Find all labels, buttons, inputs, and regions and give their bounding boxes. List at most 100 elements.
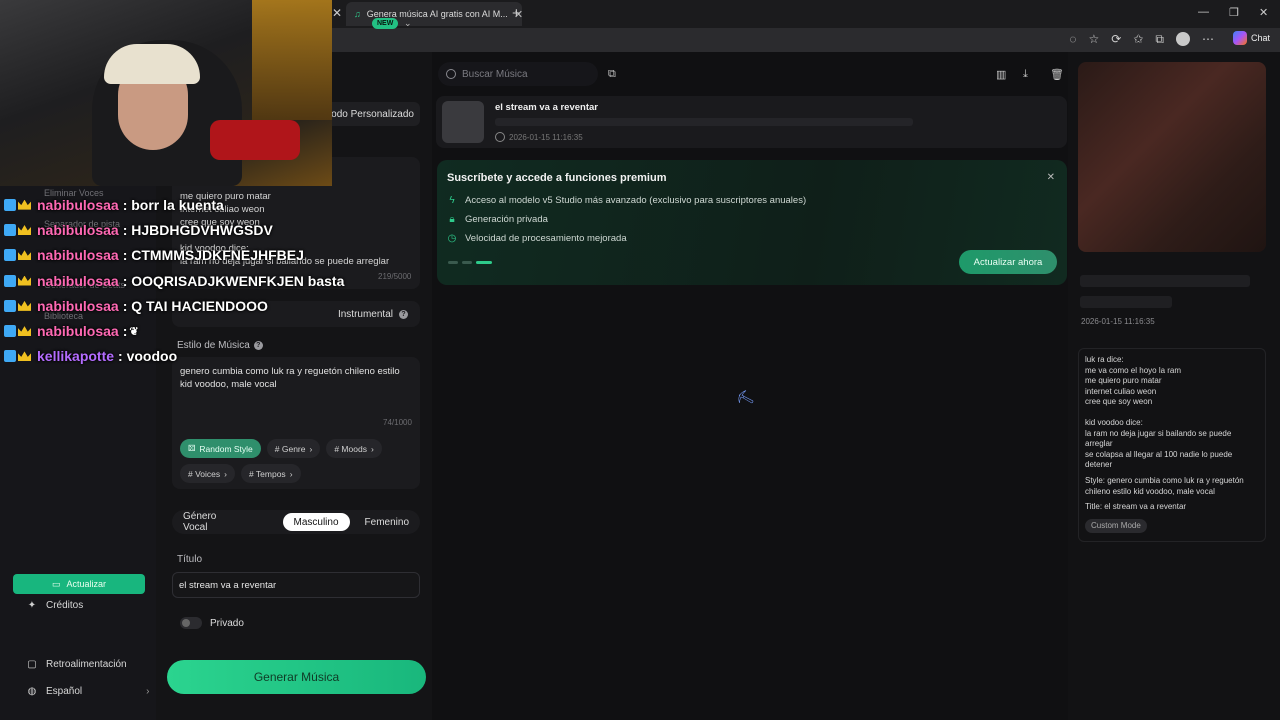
upgrade-now-button[interactable]: Actualizar ahora <box>959 250 1057 274</box>
lyric-line: kid voodoo dice: <box>1085 417 1143 427</box>
song-date: 2026-01-15 11:16:35 <box>495 132 583 142</box>
sidebar-item-language[interactable]: ◍ Español › <box>26 686 150 697</box>
copilot-chat-button[interactable]: Chat <box>1232 31 1270 45</box>
chat-message: nabibulosaa: ❦ <box>4 318 344 343</box>
crown-badge-icon <box>18 300 31 311</box>
maximize-icon[interactable]: ❐ <box>1229 6 1239 19</box>
chevron-right-icon: › <box>289 468 293 479</box>
favorite-icon[interactable]: ☆ <box>1089 32 1100 47</box>
feedback-label: Retroalimentación <box>46 659 127 670</box>
prime-badge-icon <box>4 350 16 363</box>
private-toggle-row[interactable]: Privado <box>180 617 244 629</box>
feature-text: Acceso al modelo v5 Studio más avanzado … <box>465 195 807 206</box>
new-tab-icon[interactable]: + <box>512 5 521 22</box>
sparkle-icon: ✦ <box>27 600 37 611</box>
genre-chip[interactable]: # Genre › <box>266 439 321 458</box>
upgrade-label: Actualizar <box>66 579 107 589</box>
subtitle-skeleton <box>1080 296 1172 308</box>
streamer-shirt <box>210 120 300 160</box>
prime-badge-icon <box>4 274 16 287</box>
song-card[interactable]: el stream va a reventar 2026-01-15 11:16… <box>436 96 1067 148</box>
carousel-dot[interactable] <box>476 261 492 264</box>
private-toggle[interactable] <box>180 617 202 629</box>
detail-style: Style: genero cumbia como luk ra y regue… <box>1085 475 1244 496</box>
lock-icon: 🔒︎ <box>449 214 455 225</box>
title-input[interactable]: el stream va a reventar <box>172 572 420 598</box>
chat-username: nabibulosaa <box>37 196 119 213</box>
chat-username: nabibulosaa <box>37 221 119 238</box>
tempos-chip[interactable]: # Tempos › <box>240 464 301 483</box>
chat-message: nabibulosaa: CTMMMSJDKFNEJHFBEJ <box>4 243 344 268</box>
sidebar-upgrade-button[interactable]: ▭ Actualizar <box>13 574 145 594</box>
trash-icon[interactable]: 🗑 <box>1050 68 1064 81</box>
vocal-male-option[interactable]: Masculino <box>282 513 350 531</box>
private-label: Privado <box>210 617 244 629</box>
chevron-down-icon[interactable]: ⌄ <box>404 18 412 29</box>
chat-text: : borr la kuenta <box>122 196 224 213</box>
sidebar-item-credits[interactable]: ✦ Créditos <box>26 600 83 611</box>
moods-chip[interactable]: # Moods › <box>326 439 382 458</box>
chat-text: : <box>122 323 128 340</box>
premium-banner: Suscríbete y accede a funciones premium … <box>437 160 1067 285</box>
vocal-label: Género Vocal <box>183 511 217 533</box>
card-icon: ▭ <box>51 578 61 589</box>
mode-tag: Custom Mode <box>1085 518 1147 534</box>
extensions-icon[interactable]: ⟳ <box>1111 32 1121 47</box>
download-icon[interactable]: ⤓ <box>1023 68 1028 81</box>
collections-icon[interactable]: ⧉ <box>1155 32 1164 47</box>
chat-message: nabibulosaa: Q TAI HACIENDOOO <box>4 293 344 318</box>
more-icon[interactable]: ⋯ <box>1202 32 1214 47</box>
reader-icon[interactable]: ◌ <box>1069 32 1076 47</box>
profile-avatar[interactable] <box>1176 32 1190 46</box>
style-value: genero cumbia como luk ra y reguetón chi… <box>180 366 400 390</box>
chip-label: # Voices <box>188 468 221 479</box>
prime-badge-icon <box>4 325 16 338</box>
chat-username: kellikapotte <box>37 348 115 365</box>
copilot-icon <box>1232 31 1247 45</box>
chat-message: nabibulosaa: OOQRISADJKWENFKJEN basta <box>4 268 344 293</box>
close-icon[interactable]: ✕ <box>1047 172 1055 183</box>
instrumental-label: Instrumental <box>337 308 393 320</box>
carousel-dot[interactable] <box>462 261 472 264</box>
browser-toolbar: ◌ ☆ ⟳ ✩ ⧉ ⋯ <box>1069 32 1214 47</box>
song-thumbnail <box>442 101 484 143</box>
close-window-icon[interactable]: ✕ <box>1259 6 1268 19</box>
title-value: el stream va a reventar <box>179 579 277 591</box>
filter-icon[interactable]: ⧉ <box>608 68 616 81</box>
site-favicon-icon: ♫ <box>354 9 361 19</box>
search-input[interactable]: Buscar Música <box>438 62 598 86</box>
upgrade-now-label: Actualizar ahora <box>973 256 1043 268</box>
song-cover-art <box>1078 62 1266 252</box>
generate-music-button[interactable]: Generar Música <box>167 660 426 694</box>
language-label: Español <box>46 686 83 697</box>
chip-label: Random Style <box>199 443 253 454</box>
lyric-line: se colapsa al llegar al 100 nadie lo pue… <box>1085 449 1233 470</box>
sidebar-item-feedback[interactable]: ▢ Retroalimentación <box>26 659 127 670</box>
chip-label: # Genre <box>274 443 306 454</box>
lyric-line: luk ra dice: <box>1085 355 1124 364</box>
chevron-right-icon: › <box>370 443 374 454</box>
library-icon[interactable]: ▥ <box>996 68 1006 81</box>
prime-badge-icon <box>4 249 16 262</box>
minimize-icon[interactable]: — <box>1198 6 1209 18</box>
detail-lyrics-panel: luk ra dice: me va como el hoyo la ram m… <box>1078 348 1266 542</box>
prime-badge-icon <box>4 223 16 236</box>
crown-badge-icon <box>18 224 31 235</box>
vocal-gender-selector: Género Vocal Masculino Femenino <box>172 510 420 534</box>
vocal-female-option[interactable]: Femenino <box>354 513 420 531</box>
carousel-dots <box>448 261 492 264</box>
help-icon[interactable]: ? <box>399 309 408 319</box>
premium-feature: ϟ Acceso al modelo v5 Studio más avanzado… <box>447 195 806 206</box>
crown-badge-icon <box>18 250 31 261</box>
close-tab-icon[interactable]: ✕ <box>332 6 342 20</box>
lyric-line: me va como el hoyo la ram <box>1085 365 1182 375</box>
voices-chip[interactable]: # Voices › <box>180 464 235 483</box>
crown-badge-icon <box>18 351 31 362</box>
style-chips: ⚄ Random Style # Genre › # Moods › # Voices… <box>180 439 414 483</box>
title-skeleton <box>1080 275 1250 287</box>
timer-icon: ◷ <box>447 233 457 244</box>
favorites-list-icon[interactable]: ✩ <box>1133 32 1143 47</box>
random-style-chip[interactable]: ⚄ Random Style <box>180 439 261 458</box>
carousel-dot[interactable] <box>448 261 458 264</box>
chat-message: nabibulosaa: borr la kuenta <box>4 192 344 217</box>
